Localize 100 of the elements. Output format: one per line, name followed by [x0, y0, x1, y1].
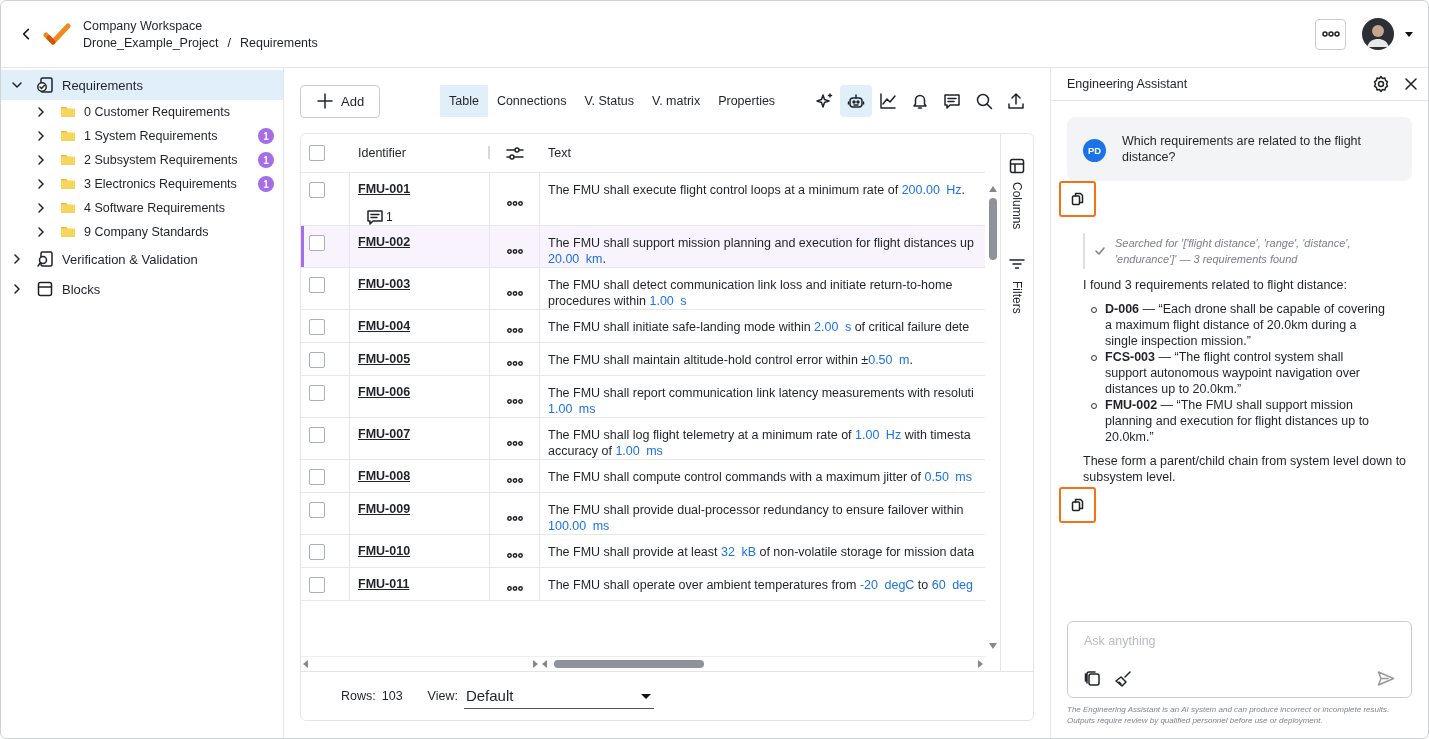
row-checkbox[interactable] — [309, 385, 325, 401]
horizontal-scrollbar[interactable] — [554, 660, 704, 668]
avatar-icon[interactable] — [1362, 18, 1394, 50]
table-row[interactable]: FMU-005 The FMU shall maintain altitude-hold control error within ±0.50 m. — [301, 343, 985, 376]
requirement-id-link[interactable]: FMU-011 — [358, 577, 410, 591]
tree-item[interactable]: 2 Subsystem Requirements 1 — [1, 148, 283, 172]
side-tab[interactable]: Filters — [1009, 257, 1025, 315]
check-icon — [1095, 246, 1105, 256]
more-icon[interactable] — [506, 440, 523, 446]
view-tab[interactable]: V. Status — [575, 85, 643, 117]
view-tab[interactable]: Table — [440, 85, 488, 117]
requirement-id-link[interactable]: FMU-009 — [358, 502, 411, 516]
more-icon[interactable] — [506, 553, 523, 558]
scroll-right-icon — [975, 659, 985, 669]
more-icon[interactable] — [506, 290, 523, 296]
copy-button[interactable] — [1059, 181, 1096, 217]
row-checkbox[interactable] — [309, 352, 325, 368]
requirement-id-link[interactable]: FMU-003 — [358, 277, 411, 291]
tree-item[interactable]: Verification & Validation — [1, 244, 283, 274]
row-checkbox[interactable] — [309, 319, 325, 335]
upload-icon — [1007, 92, 1025, 110]
chevron-right-icon[interactable] — [11, 253, 23, 265]
more-icon[interactable] — [506, 201, 523, 206]
table-row[interactable]: FMU-009 The FMU shall provide dual-processor redundancy to ensure failover within 100.00 ms — [301, 493, 985, 535]
breadcrumb-link[interactable]: Requirements — [240, 35, 318, 50]
table-row[interactable]: FMU-007 The FMU shall log flight telemetry at a minimum rate of 1.00 Hz with timesta accuracy of 1.00 ms — [301, 418, 985, 460]
row-checkbox[interactable] — [309, 277, 325, 293]
chevron-right-icon[interactable] — [35, 202, 47, 214]
result-item: FCS-003 — “The flight control system shall support autonomous waypoint navigation over distances up to 20.0km.” — [1105, 349, 1362, 397]
more-icon[interactable] — [506, 398, 523, 404]
tree-item[interactable]: 1 System Requirements 1 — [1, 124, 283, 148]
tree-item[interactable]: 9 Company Standards — [1, 220, 283, 244]
clear-button[interactable] — [1115, 670, 1132, 687]
more-icon[interactable] — [506, 328, 523, 333]
table-row[interactable]: FMU-010 The FMU shall provide at least 32 kB of non-volatile storage for mission data — [301, 535, 985, 568]
table-row[interactable]: FMU-002 The FMU shall support mission planning and execution for flight distances up 20.00 km. — [301, 226, 985, 268]
select-all-checkbox[interactable] — [309, 145, 325, 161]
count-badge: 1 — [258, 152, 274, 168]
copy-button[interactable] — [1059, 487, 1096, 523]
rows-count: 103 — [381, 689, 403, 703]
robot-button[interactable] — [840, 85, 872, 117]
tree-item[interactable]: 3 Electronics Requirements 1 — [1, 172, 283, 196]
tree-item[interactable]: Blocks — [1, 274, 283, 304]
view-tab[interactable]: V. matrix — [642, 85, 710, 117]
requirement-id-link[interactable]: FMU-001 — [358, 182, 411, 196]
more-icon[interactable] — [506, 478, 523, 483]
row-checkbox[interactable] — [309, 182, 325, 198]
table-row[interactable]: FMU-006 The FMU shall report communication link latency measurements with resoluti 1.00 ms — [301, 376, 985, 418]
document-search-icon — [36, 250, 54, 268]
tree-label: 3 Electronics Requirements — [84, 177, 238, 191]
requirement-id-link[interactable]: FMU-007 — [358, 427, 411, 441]
table-row[interactable]: FMU-004 The FMU shall initiate safe-landing mode within 2.00 s of critical failure dete — [301, 310, 985, 343]
chevron-right-icon[interactable] — [35, 154, 47, 166]
table-row[interactable]: FMU-011 The FMU shall operate over ambient temperatures from -20 degC to 60 deg — [301, 568, 985, 601]
tree-item[interactable]: Requirements — [1, 70, 283, 100]
chevron-right-icon[interactable] — [35, 130, 47, 142]
add-button[interactable]: Add — [300, 84, 380, 118]
settings-button[interactable] — [1372, 75, 1390, 93]
tree-item[interactable]: 4 Software Requirements — [1, 196, 283, 220]
chevron-right-icon[interactable] — [35, 106, 47, 118]
chevron-down-icon[interactable] — [11, 79, 23, 91]
chevron-right-icon[interactable] — [35, 226, 47, 238]
row-checkbox[interactable] — [309, 502, 325, 518]
row-checkbox[interactable] — [309, 427, 325, 443]
copy-icon — [1071, 498, 1084, 512]
tree-item[interactable]: 0 Customer Requirements — [1, 100, 283, 124]
more-icon[interactable] — [506, 586, 523, 591]
more-icon[interactable] — [506, 361, 523, 366]
view-dropdown[interactable]: Default — [463, 683, 654, 709]
caret-down-icon[interactable] — [1404, 30, 1414, 38]
requirement-id-link[interactable]: FMU-005 — [358, 352, 411, 366]
row-checkbox[interactable] — [309, 235, 325, 251]
row-checkbox[interactable] — [309, 469, 325, 485]
chevron-right-icon[interactable] — [35, 178, 47, 190]
tree-label: 2 Subsystem Requirements — [84, 153, 239, 167]
chevron-right-icon[interactable] — [11, 283, 23, 295]
column-settings-button[interactable] — [506, 144, 524, 162]
side-tab[interactable]: Columns — [1009, 158, 1025, 230]
requirement-id-link[interactable]: FMU-008 — [358, 469, 411, 483]
broom-icon — [1115, 670, 1132, 687]
table-row[interactable]: FMU-003 The FMU shall detect communication link loss and initiate return-to-home procedures within 1.00 s — [301, 268, 985, 310]
requirement-id-link[interactable]: FMU-006 — [358, 385, 411, 399]
robot-icon — [847, 92, 865, 110]
more-icon[interactable] — [506, 515, 523, 521]
requirement-id-link[interactable]: FMU-004 — [358, 319, 411, 333]
requirement-id-link[interactable]: FMU-010 — [358, 544, 411, 558]
close-button[interactable] — [1404, 77, 1418, 91]
send-button[interactable] — [1377, 670, 1395, 687]
breadcrumb-link[interactable]: Drone_Example_Project — [83, 35, 219, 50]
attach-button[interactable] — [1084, 670, 1101, 687]
vertical-scrollbar[interactable] — [988, 198, 997, 260]
view-tab[interactable]: Connections — [487, 85, 576, 117]
requirement-id-link[interactable]: FMU-002 — [358, 235, 411, 249]
more-icon[interactable] — [506, 248, 523, 254]
more-button[interactable] — [1315, 18, 1346, 50]
row-checkbox[interactable] — [309, 577, 325, 593]
view-tab[interactable]: Properties — [709, 85, 785, 117]
chat-input[interactable]: Ask anything — [1084, 634, 1395, 648]
table-row[interactable]: FMU-008 The FMU shall compute control commands with a maximum jitter of 0.50 ms — [301, 460, 985, 493]
row-checkbox[interactable] — [309, 544, 325, 560]
